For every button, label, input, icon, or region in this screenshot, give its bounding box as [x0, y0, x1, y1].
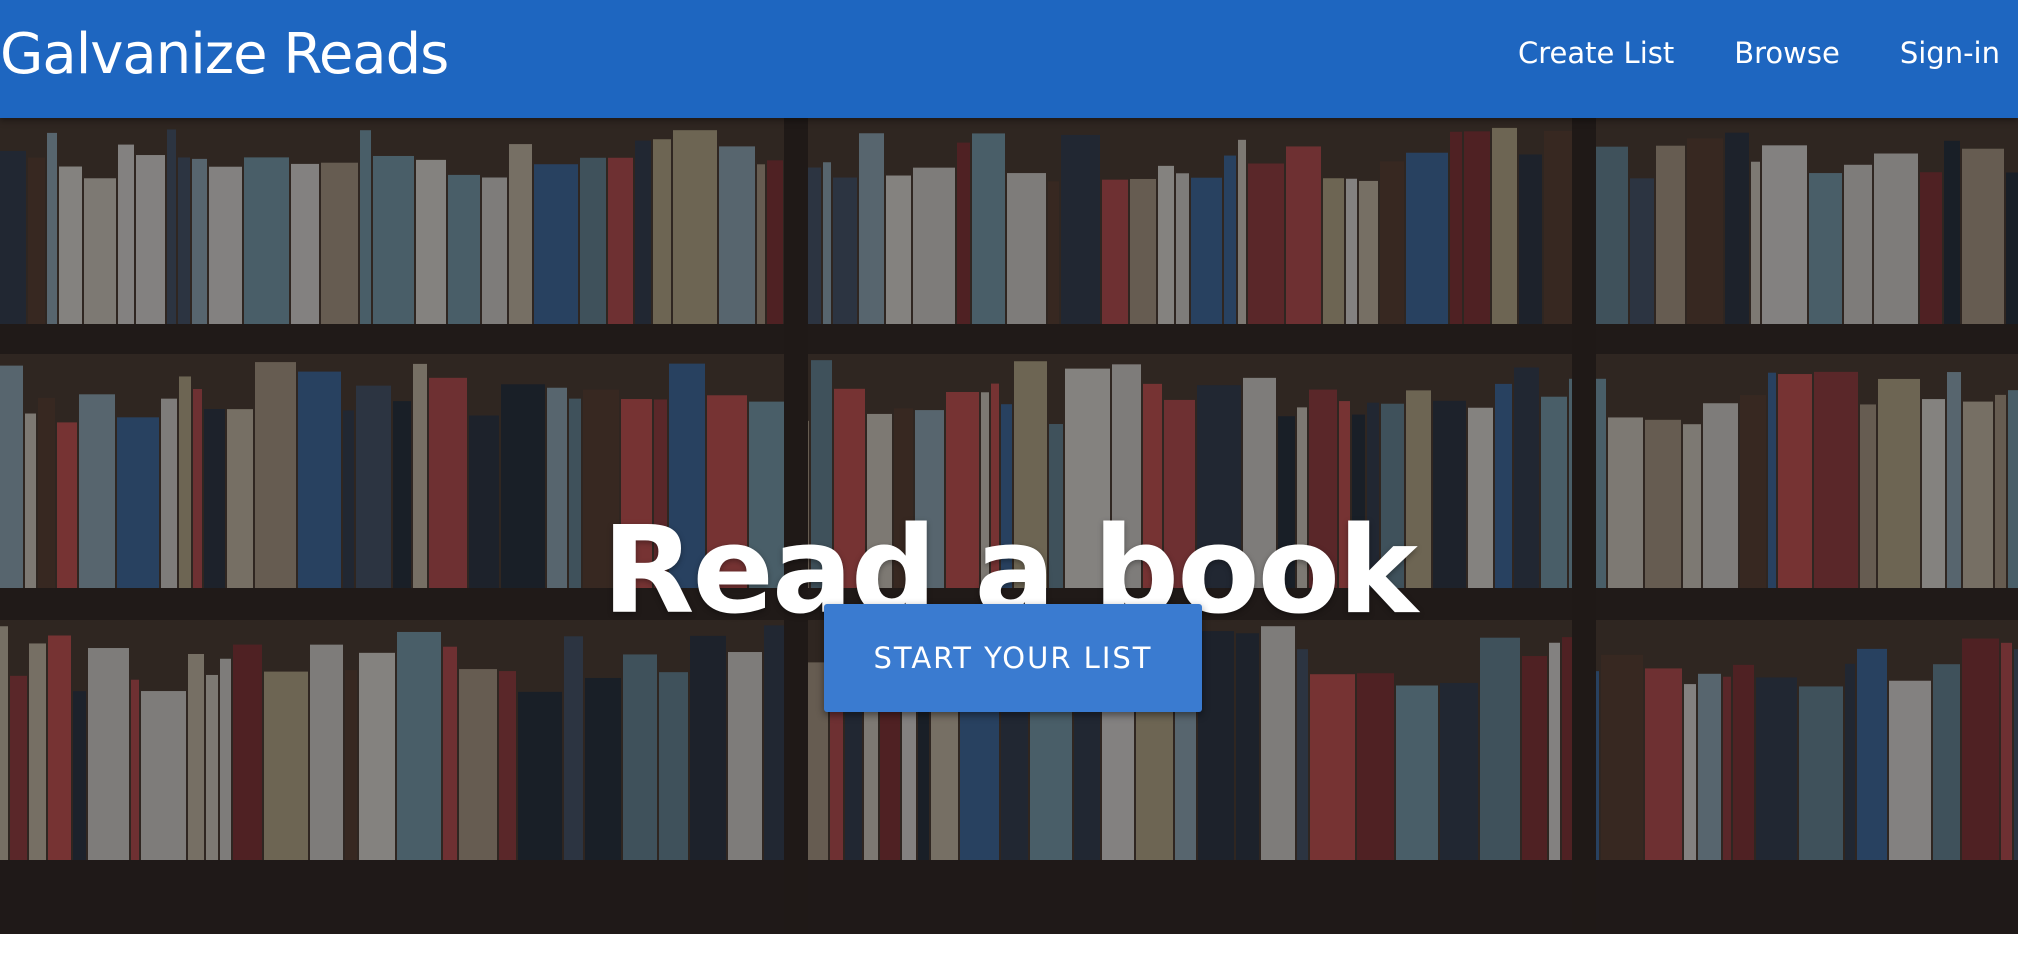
top-navbar: Galvanize Reads Create List Browse Sign-… — [0, 0, 2018, 118]
start-your-list-button[interactable]: START YOUR LIST — [824, 604, 1202, 712]
nav-browse-link[interactable]: Browse — [1734, 36, 1840, 70]
nav-create-list-link[interactable]: Create List — [1518, 36, 1674, 70]
hero-section: Read a book START YOUR LIST — [0, 118, 2018, 934]
nav-sign-in-link[interactable]: Sign-in — [1900, 36, 2000, 70]
nav-links: Create List Browse Sign-in — [1458, 36, 2000, 70]
brand-logo-link[interactable]: Galvanize Reads — [0, 22, 449, 87]
